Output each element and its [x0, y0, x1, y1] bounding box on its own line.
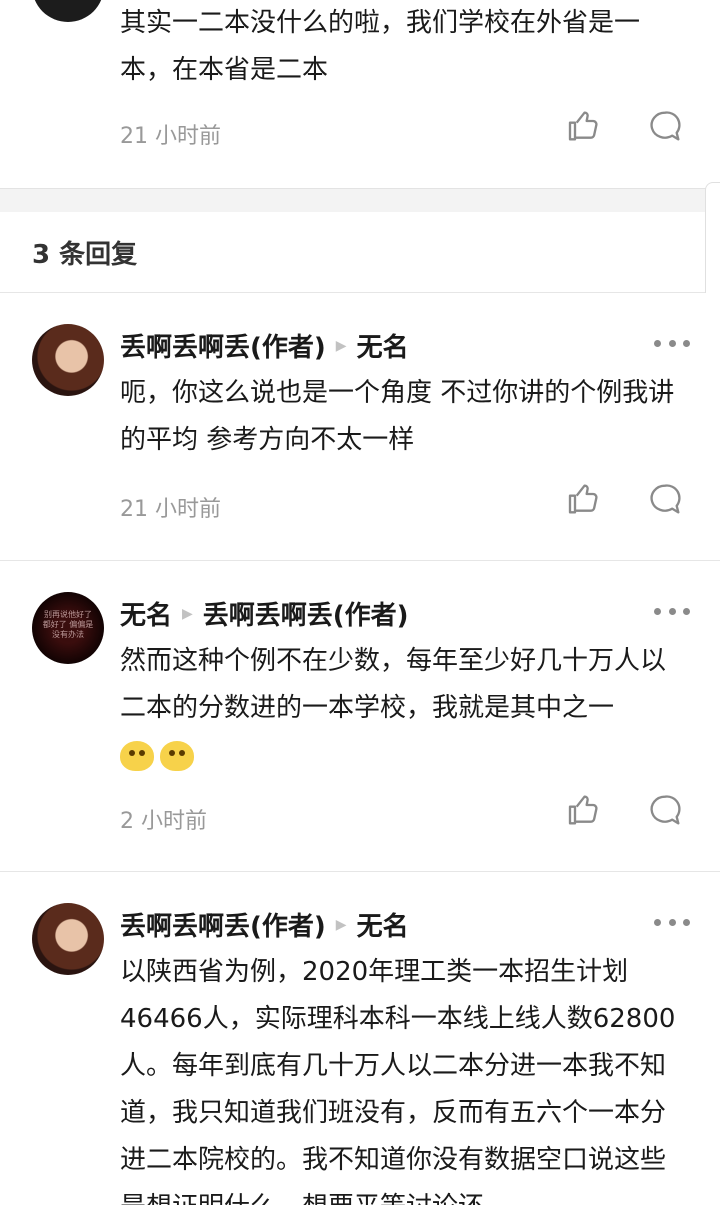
more-button[interactable] — [654, 333, 690, 353]
reply-arrow-icon: ▶ — [335, 337, 347, 354]
reply-button[interactable] — [645, 106, 685, 146]
reply-item: 别再说他好了 都好了 偏偏是 没有办法 无名 ▶ 丢啊丢啊丢(作者) 然而这种个… — [0, 561, 720, 870]
reply-to-name[interactable]: 丢啊丢啊丢(作者) — [203, 595, 409, 632]
comment-bubble-icon — [650, 795, 681, 825]
avatar-text: 别再说他好了 都好了 偏偏是 没有办法 — [42, 610, 94, 639]
comment-bubble-icon — [650, 484, 681, 514]
like-button[interactable] — [565, 106, 605, 146]
author-name[interactable]: 无名 — [120, 595, 172, 632]
reply-author-line: 丢啊丢啊丢(作者) ▶ 无名 — [120, 906, 409, 943]
reply-time: 2 小时前 — [120, 809, 207, 834]
avatar[interactable] — [32, 903, 104, 975]
doge-emoji-icon — [120, 740, 154, 771]
reply-text: 以陕西省为例，2020年理工类一本招生计划46466人，实际理科本科一本线上线人… — [120, 957, 676, 1205]
author-name[interactable]: 丢啊丢啊丢(作者) — [120, 906, 326, 943]
reply-to-name[interactable]: 无名 — [357, 327, 409, 364]
reply-item: 丢啊丢啊丢(作者) ▶ 无名 以陕西省为例，2020年理工类一本招生计划4646… — [0, 872, 720, 1205]
author-name[interactable]: 丢啊丢啊丢(作者) — [120, 327, 326, 364]
reply-time: 21 小时前 — [120, 497, 221, 522]
reply-to-name[interactable]: 无名 — [357, 906, 409, 943]
reply-arrow-icon: ▶ — [335, 916, 347, 933]
reply-arrow-icon: ▶ — [182, 605, 193, 622]
doge-emoji-icon — [160, 740, 194, 771]
reply-button[interactable] — [645, 790, 685, 830]
reply-button[interactable] — [645, 479, 685, 519]
section-divider — [0, 188, 720, 213]
comment-bubble-icon — [650, 111, 681, 141]
avatar[interactable]: 别再说他好了 都好了 偏偏是 没有办法 — [32, 592, 104, 664]
top-comment: 其实一二本没什么的啦，我们学校在外省是一本，在本省是二本 21 小时前 — [0, 0, 720, 188]
comment-text: 其实一二本没什么的啦，我们学校在外省是一本，在本省是二本 — [120, 8, 641, 85]
reply-text-content: 然而这种个例不在少数，每年至少好几十万人以二本的分数进的一本学校，我就是其中之一 — [120, 646, 667, 723]
thumbs-up-icon — [568, 484, 598, 514]
replies-count: 3 条回复 — [32, 240, 138, 270]
reply-text: 然而这种个例不在少数，每年至少好几十万人以二本的分数进的一本学校，我就是其中之一 — [120, 638, 690, 779]
comment-time: 21 小时前 — [120, 124, 221, 149]
reply-item: 丢啊丢啊丢(作者) ▶ 无名 呃，你这么说也是一个角度 不过你讲的个例我讲的平均… — [0, 293, 720, 559]
reply-author-line: 无名 ▶ 丢啊丢啊丢(作者) — [120, 595, 409, 632]
replies-header: 3 条回复 — [0, 212, 720, 293]
like-button[interactable] — [565, 790, 605, 830]
reply-author-line: 丢啊丢啊丢(作者) ▶ 无名 — [120, 327, 409, 364]
avatar[interactable] — [32, 324, 104, 396]
more-button[interactable] — [654, 912, 690, 932]
thumbs-up-icon — [568, 795, 598, 825]
avatar[interactable] — [32, 0, 104, 22]
thumbs-up-icon — [568, 111, 598, 141]
reply-text: 呃，你这么说也是一个角度 不过你讲的个例我讲的平均 参考方向不太一样 — [120, 378, 675, 455]
like-button[interactable] — [565, 479, 605, 519]
more-button[interactable] — [654, 601, 690, 621]
